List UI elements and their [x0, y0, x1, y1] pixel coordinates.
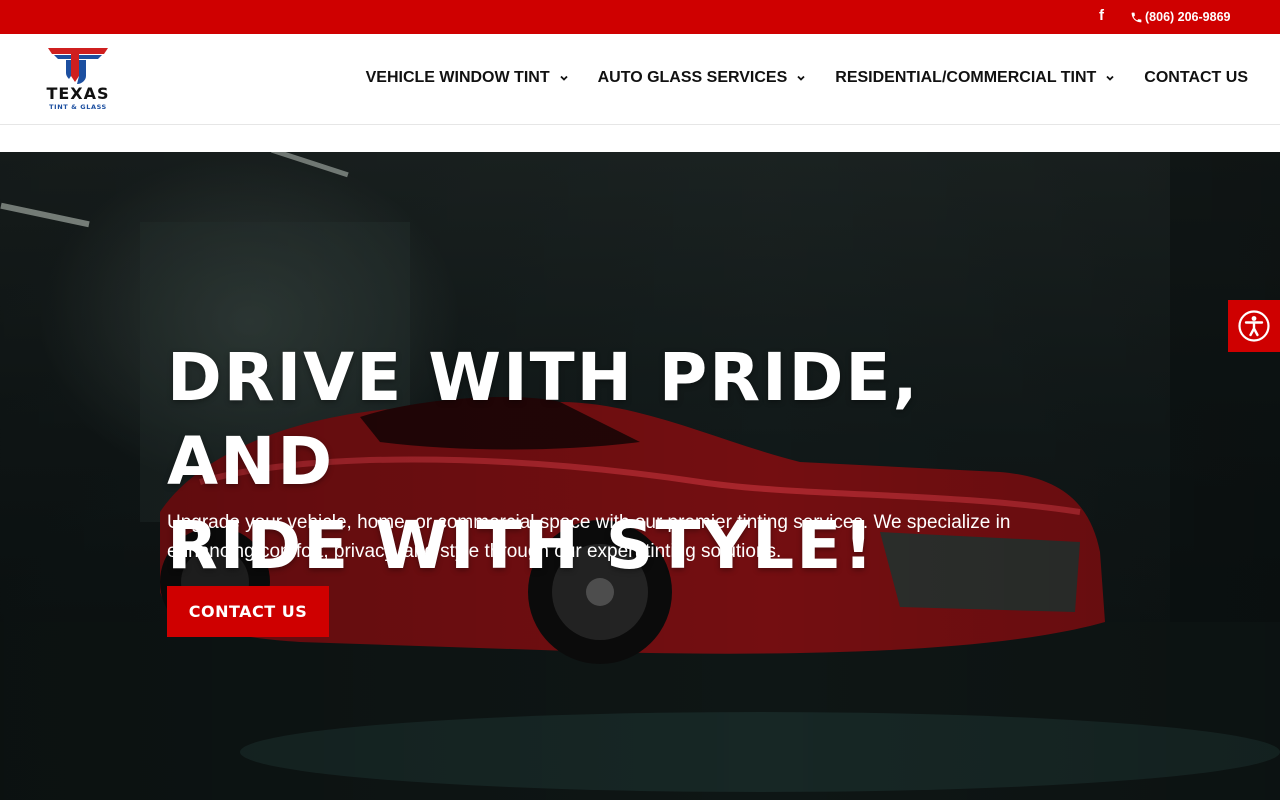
- site-header: TEXAS TINT & GLASS VEHICLE WINDOW TINT A…: [0, 34, 1280, 125]
- chevron-down-icon: [797, 75, 805, 81]
- chevron-down-icon: [559, 75, 568, 81]
- accessibility-toggle[interactable]: [1228, 300, 1280, 352]
- main-nav: VEHICLE WINDOW TINT AUTO GLASS SERVICES …: [366, 66, 1248, 90]
- nav-item-auto-glass-services[interactable]: AUTO GLASS SERVICES: [598, 66, 808, 90]
- nav-item-residential-commercial-tint[interactable]: RESIDENTIAL/COMMERCIAL TINT: [835, 66, 1116, 90]
- nav-item-label: VEHICLE WINDOW TINT: [365, 69, 550, 86]
- hero-headline-line1: DRIVE WITH PRIDE, AND: [167, 339, 920, 500]
- nav-item-vehicle-window-tint[interactable]: VEHICLE WINDOW TINT: [366, 66, 570, 90]
- facebook-icon[interactable]: f: [1099, 7, 1109, 25]
- logo-tagline: TINT & GLASS: [49, 103, 107, 111]
- logo-mark: [48, 48, 108, 84]
- phone-link[interactable]: (806) 206-9869: [1130, 9, 1230, 25]
- contact-us-button[interactable]: CONTACT US: [167, 586, 329, 637]
- hero-section: DRIVE WITH PRIDE, AND RIDE WITH STYLE! U…: [0, 152, 1280, 800]
- top-bar: f (806) 206-9869: [0, 0, 1280, 34]
- hero-description: Upgrade your vehicle, home, or commercia…: [167, 512, 1011, 562]
- nav-item-label: AUTO GLASS SERVICES: [597, 69, 788, 86]
- nav-item-label: RESIDENTIAL/COMMERCIAL TINT: [835, 69, 1097, 86]
- accessibility-icon: [1238, 310, 1270, 342]
- nav-item-contact-us[interactable]: CONTACT US: [1144, 66, 1248, 90]
- chevron-down-icon: [1106, 75, 1114, 81]
- logo-wordmark: TEXAS: [46, 84, 110, 103]
- phone-number: (806) 206-9869: [1145, 10, 1231, 24]
- site-logo[interactable]: TEXAS TINT & GLASS: [36, 46, 120, 112]
- phone-icon: [1131, 12, 1142, 22]
- nav-item-label: CONTACT US: [1144, 69, 1248, 86]
